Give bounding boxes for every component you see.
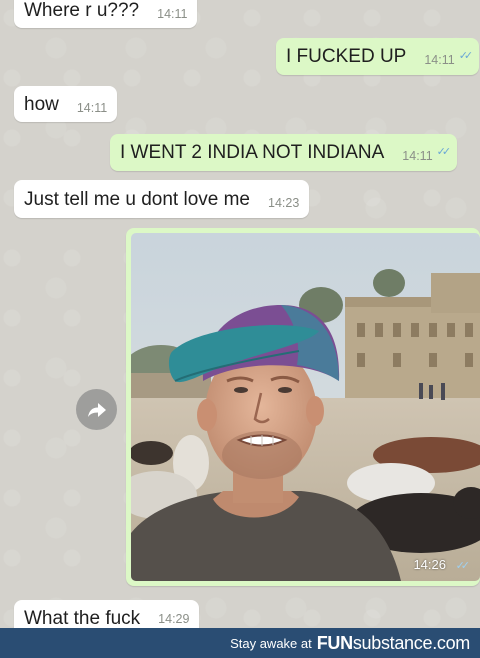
message-time: 14:29 (158, 612, 190, 626)
selfie-photo[interactable] (131, 233, 480, 581)
forward-arrow-icon (87, 402, 106, 417)
message-time: 14:23 (268, 195, 300, 210)
photo-message[interactable]: 14:26 ✓✓ (126, 228, 480, 586)
message-time: 14:11 (157, 6, 188, 21)
double-check-icon: ✓✓ (455, 560, 471, 572)
brand-bold: FUN (316, 632, 353, 653)
site-logo: FUNsubstance.com (316, 632, 471, 654)
message-incoming[interactable]: Just tell me u dont love me 14:23 (14, 180, 310, 218)
message-incoming[interactable]: What the fuck 14:29 (14, 600, 200, 628)
forward-button[interactable] (76, 389, 117, 430)
message-time: 14:11 (76, 100, 108, 115)
message-text: Just tell me u dont love me (24, 188, 250, 210)
brand-tld: .com (432, 632, 470, 653)
message-outgoing[interactable]: I FUCKED UP 14:11 ✓✓ (276, 38, 480, 75)
message-incoming[interactable]: how 14:11 (14, 86, 118, 122)
message-text: Where r u??? (24, 0, 140, 21)
chat-background: Where r u??? 14:11 I FUCKED UP 14:11 ✓✓ … (0, 0, 480, 628)
message-incoming[interactable]: Where r u??? 14:11 (14, 0, 198, 28)
message-text: how (24, 93, 59, 115)
brand-rest: substance (352, 632, 433, 653)
message-text: What the fuck (24, 608, 141, 628)
photo-time: 14:26 (413, 557, 446, 572)
message-text: I FUCKED UP (286, 46, 407, 67)
watermark-footer: Stay awake at FUNsubstance.com (0, 628, 480, 658)
message-text: I WENT 2 INDIA NOT INDIANA (120, 142, 385, 163)
footer-tagline: Stay awake at (230, 635, 312, 651)
double-check-icon: ✓✓ (436, 146, 452, 158)
message-time: 14:11 (424, 53, 455, 68)
message-time: 14:11 (402, 149, 433, 164)
message-outgoing[interactable]: I WENT 2 INDIA NOT INDIANA 14:11 ✓✓ (110, 134, 458, 171)
double-check-icon: ✓✓ (458, 50, 474, 62)
